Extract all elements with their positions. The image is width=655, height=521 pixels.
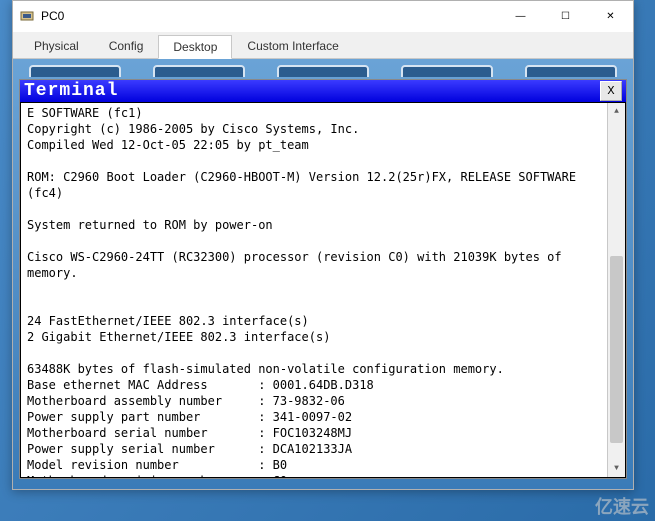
desktop-app-slot[interactable] — [525, 65, 617, 77]
terminal-window: Terminal X E SOFTWARE (fc1) Copyright (c… — [19, 79, 627, 479]
maximize-icon: ☐ — [561, 11, 570, 22]
tab-config[interactable]: Config — [94, 34, 159, 58]
tab-label: Custom Interface — [247, 39, 338, 53]
minimize-icon: — — [516, 11, 526, 22]
scroll-track[interactable] — [608, 120, 625, 460]
window-titlebar[interactable]: PC0 — ☐ ✕ — [13, 1, 633, 32]
desktop-app-slot[interactable] — [401, 65, 493, 77]
app-icon — [19, 8, 35, 24]
terminal-titlebar[interactable]: Terminal X — [20, 80, 626, 102]
desktop-icon-row — [19, 65, 627, 77]
screen-root: PC0 — ☐ ✕ Physical Config Desktop Custom… — [0, 0, 655, 521]
tab-label: Physical — [34, 39, 79, 53]
watermark: 亿速云 — [595, 493, 649, 519]
scroll-up-button[interactable]: ▲ — [608, 103, 625, 120]
close-icon: ✕ — [606, 11, 614, 22]
close-icon: X — [607, 84, 614, 98]
terminal-output: E SOFTWARE (fc1) Copyright (c) 1986-2005… — [27, 105, 619, 478]
maximize-button[interactable]: ☐ — [543, 1, 588, 31]
scroll-down-button[interactable]: ▼ — [608, 460, 625, 477]
tab-bar: Physical Config Desktop Custom Interface — [13, 32, 633, 59]
terminal-title: Terminal — [24, 81, 118, 101]
tab-desktop[interactable]: Desktop — [158, 35, 232, 59]
app-window: PC0 — ☐ ✕ Physical Config Desktop Custom… — [12, 0, 634, 490]
minimize-button[interactable]: — — [498, 1, 543, 31]
desktop-app-slot[interactable] — [153, 65, 245, 77]
terminal-scrollbar[interactable]: ▲ ▼ — [607, 103, 625, 477]
tab-custom-interface[interactable]: Custom Interface — [232, 34, 353, 58]
window-title: PC0 — [41, 9, 64, 23]
tab-label: Config — [109, 39, 144, 53]
close-button[interactable]: ✕ — [588, 1, 633, 31]
tab-physical[interactable]: Physical — [19, 34, 94, 58]
desktop-workspace: Terminal X E SOFTWARE (fc1) Copyright (c… — [13, 59, 633, 489]
tab-label: Desktop — [173, 40, 217, 54]
scroll-thumb[interactable] — [610, 256, 623, 443]
terminal-body[interactable]: E SOFTWARE (fc1) Copyright (c) 1986-2005… — [20, 102, 626, 478]
terminal-close-button[interactable]: X — [600, 81, 622, 101]
desktop-app-slot[interactable] — [29, 65, 121, 77]
desktop-app-slot[interactable] — [277, 65, 369, 77]
